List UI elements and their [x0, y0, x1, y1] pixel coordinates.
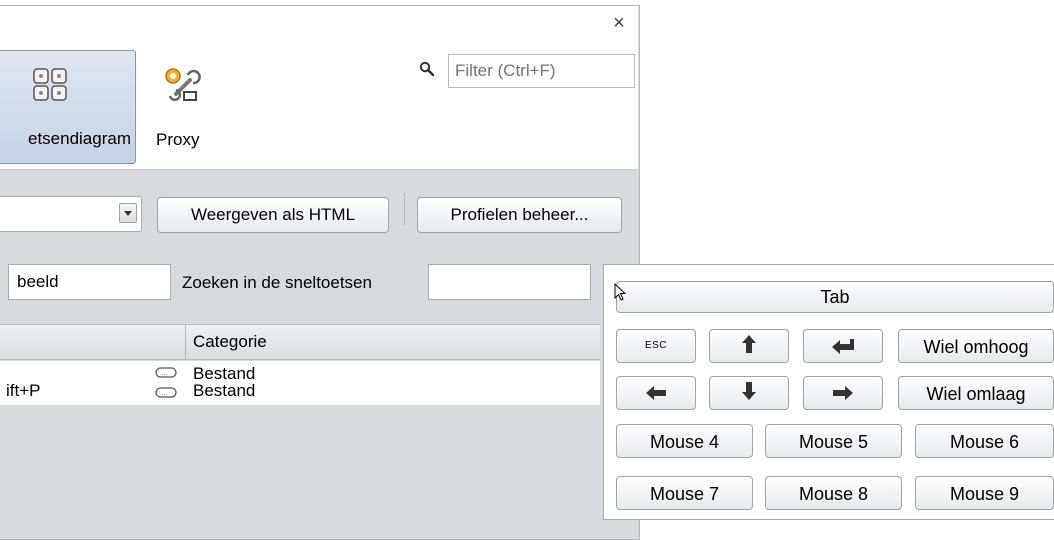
table-cell-category: Bestand [193, 364, 256, 383]
enter-arrow-icon [831, 331, 855, 365]
wheel-up-button[interactable]: Wiel omhoog [898, 329, 1054, 363]
tab-key-button[interactable]: Tab [616, 281, 1054, 313]
toolbar-item-keyboard-diagram[interactable]: etsendiagram [0, 50, 136, 164]
toolbar-item-label: etsendiagram [27, 129, 131, 148]
comment-icon: … [155, 386, 177, 404]
mouse-4-button[interactable]: Mouse 4 [616, 424, 753, 458]
shortcut-table: … Bestand ift+P … Bestand [0, 361, 600, 405]
settings-dialog: × etsendiagram Proxy Filter (Ctrl+F) Wee… [0, 5, 640, 540]
mouse-6-button[interactable]: Mouse 6 [915, 424, 1054, 458]
keyboard-popup: Tab ESC Wiel omhoog Wiel omlaag Mouse 4 … [603, 264, 1054, 520]
arrow-up-icon [741, 331, 757, 365]
enter-key-button[interactable] [803, 329, 883, 363]
column-header-category[interactable]: Categorie [193, 332, 267, 352]
mouse-5-button[interactable]: Mouse 5 [765, 424, 902, 458]
show-as-html-button[interactable]: Weergeven als HTML [157, 197, 389, 233]
toolbar-item-proxy[interactable]: Proxy [150, 50, 240, 164]
search-icon [419, 61, 435, 82]
chevron-down-icon[interactable] [119, 203, 137, 223]
arrow-left-key-button[interactable] [616, 376, 696, 410]
column-divider [185, 325, 186, 359]
table-header: Categorie [0, 324, 600, 360]
dialog-toolbar-area: × etsendiagram Proxy Filter (Ctrl+F) [0, 6, 638, 170]
wheel-down-button[interactable]: Wiel omlaag [898, 376, 1054, 410]
svg-text:…: … [161, 390, 168, 397]
arrow-right-icon [832, 378, 854, 412]
shortcut-search-field[interactable] [428, 264, 591, 300]
svg-text:…: … [161, 370, 168, 377]
close-icon[interactable]: × [610, 13, 628, 33]
mouse-8-button[interactable]: Mouse 8 [765, 476, 902, 510]
esc-key-button[interactable]: ESC [616, 329, 696, 363]
profile-combo[interactable] [0, 196, 142, 232]
toolbar-item-label: Proxy [156, 130, 200, 149]
toolbar-divider [404, 193, 405, 225]
keyboard-icon [31, 67, 71, 108]
tools-icon [162, 66, 202, 111]
comment-icon: … [155, 366, 177, 384]
mouse-9-button[interactable]: Mouse 9 [915, 476, 1054, 510]
search-name-field[interactable]: beeld [8, 264, 171, 300]
table-cell-category: Bestand [193, 381, 256, 400]
arrow-down-icon [741, 378, 757, 412]
filter-input[interactable] [448, 54, 635, 88]
shortcut-search-label: Zoeken in de sneltoetsen [182, 273, 372, 292]
manage-profiles-button[interactable]: Profielen beheer... [417, 197, 622, 233]
arrow-right-key-button[interactable] [803, 376, 883, 410]
arrow-down-key-button[interactable] [709, 376, 789, 410]
mouse-cursor-icon [614, 282, 628, 308]
mouse-7-button[interactable]: Mouse 7 [616, 476, 753, 510]
arrow-left-icon [645, 378, 667, 412]
table-cell-shortcut: ift+P [6, 381, 41, 400]
arrow-up-key-button[interactable] [709, 329, 789, 363]
